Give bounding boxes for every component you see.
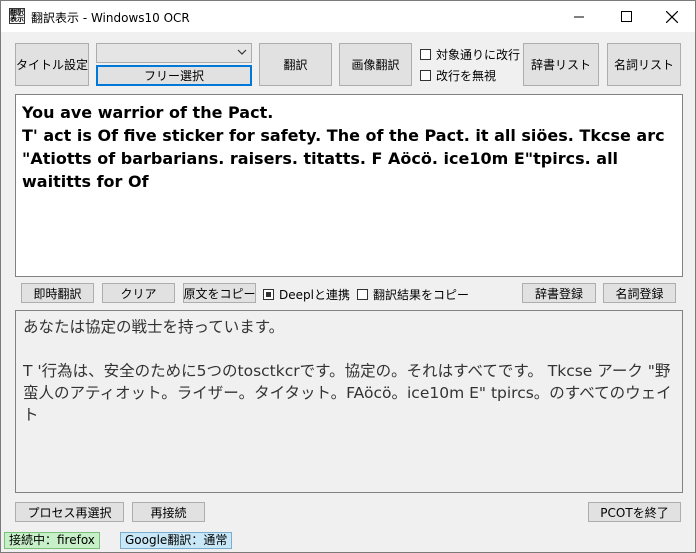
translator-status: Google翻訳：通常 [120,532,233,549]
checkbox-box [263,289,274,300]
source-text-area[interactable]: You ave warrior of the Pact. T' act is O… [15,94,683,277]
minimize-button[interactable] [556,1,602,32]
noun-list-button[interactable]: 名詞リスト [607,43,681,86]
chevron-down-icon [237,49,247,55]
translate-button[interactable]: 翻訳 [259,43,332,86]
main-window: 翻 訳 表 示 翻訳表示 - Windows10 OCR タイトル設定 フリー選… [0,0,696,553]
close-button[interactable] [649,1,695,32]
exit-button[interactable]: PCOTを終了 [588,502,681,522]
window-title: 翻訳表示 - Windows10 OCR [31,11,190,25]
reselect-process-button[interactable]: プロセス再選択 [15,502,124,522]
keep-newlines-checkbox[interactable]: 対象通りに改行 [420,46,520,63]
clear-button[interactable]: クリア [102,283,175,303]
translated-text-area[interactable]: あなたは協定の戦士を持っています。 T '行為は、安全のために5つのtosctk… [15,310,683,493]
app-icon-glyph: 示 [17,15,24,23]
status-bar: 接続中：firefox Google翻訳：通常 [1,529,695,552]
maximize-button[interactable] [603,1,649,32]
maximize-icon [620,11,632,22]
title-bar[interactable]: 翻 訳 表 示 翻訳表示 - Windows10 OCR [1,1,695,32]
checkbox-label: 翻訳結果をコピー [373,288,470,302]
checkbox-box [420,70,431,81]
reconnect-button[interactable]: 再接続 [132,502,205,522]
connection-status: 接続中：firefox [4,532,100,549]
dictionary-list-button[interactable]: 辞書リスト [523,43,599,86]
register-noun-button[interactable]: 名詞登録 [603,283,676,303]
checkbox-box [357,289,368,300]
ocr-source-select[interactable] [96,43,252,63]
free-select-button[interactable]: フリー選択 [96,65,252,86]
copy-original-button[interactable]: 原文をコピー [183,283,256,303]
checkbox-label: Deeplと連携 [279,288,350,302]
title-settings-button[interactable]: タイトル設定 [15,43,89,86]
app-icon: 翻 訳 表 示 [9,8,25,24]
image-translate-button[interactable]: 画像翻訳 [339,43,412,86]
minimize-icon [573,16,584,18]
instant-translate-button[interactable]: 即時翻訳 [21,283,94,303]
checkbox-label: 対象通りに改行 [436,48,521,62]
copy-result-checkbox[interactable]: 翻訳結果をコピー [357,286,469,303]
app-icon-glyph: 表 [10,15,17,23]
ignore-newlines-checkbox[interactable]: 改行を無視 [420,67,496,84]
deepl-link-checkbox[interactable]: Deeplと連携 [263,286,350,303]
register-dictionary-button[interactable]: 辞書登録 [522,283,596,303]
checkbox-label: 改行を無視 [436,69,497,83]
close-icon [666,10,678,23]
checkbox-box [420,49,431,60]
